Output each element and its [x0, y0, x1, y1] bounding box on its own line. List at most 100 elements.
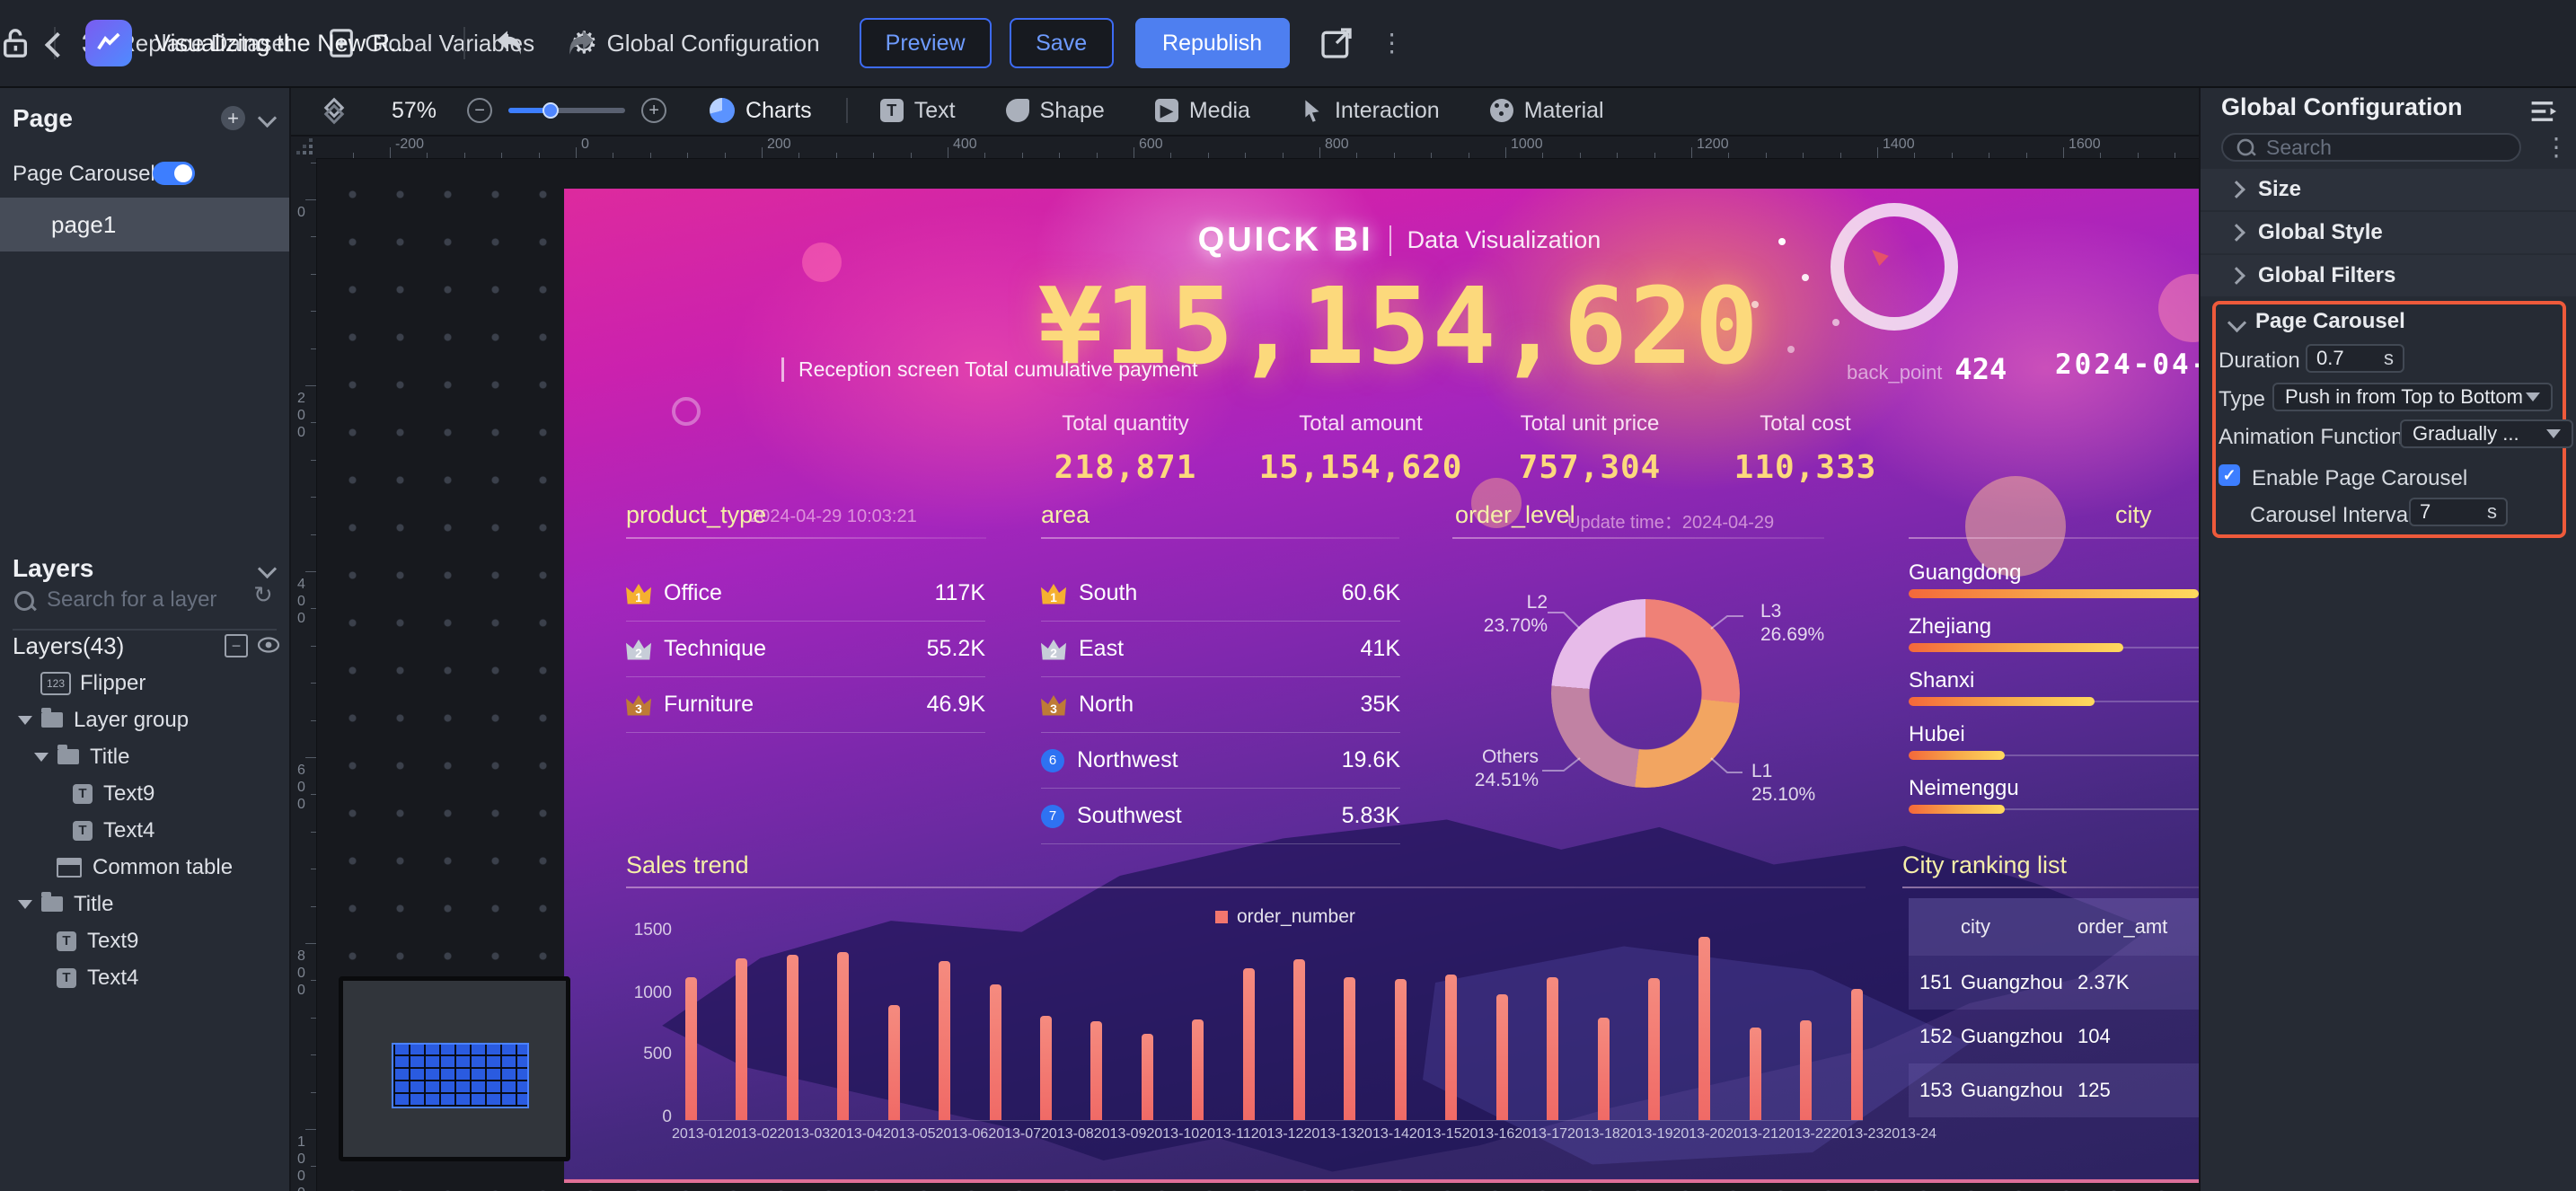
list-item: 7Southwest5.83K — [1041, 789, 1400, 844]
expander-icon[interactable] — [18, 716, 32, 725]
slider-knob[interactable] — [543, 102, 559, 119]
type-label: Type — [2219, 387, 2265, 412]
dashboard-page[interactable]: QUICK BI Data Visualization ¥15,154,620 … — [564, 189, 2199, 1183]
page-carousel-section-title[interactable]: Page Carousel — [2255, 309, 2405, 334]
layer-search-input[interactable] — [14, 591, 34, 615]
animation-function-select[interactable]: Gradually ... — [2400, 419, 2573, 448]
republish-button[interactable]: Republish — [1135, 18, 1290, 68]
page-list-item[interactable]: page1 — [0, 198, 289, 251]
collapse-all-icon[interactable]: − — [225, 634, 248, 657]
carousel-interval-input[interactable]: 7 s — [2409, 498, 2508, 526]
crown-rank-icon: 3 — [626, 694, 651, 716]
donut-label-others: Others24.51% — [1440, 745, 1539, 792]
add-page-button[interactable]: + — [221, 106, 245, 130]
tab-shape[interactable]: Shape — [1040, 98, 1105, 124]
cell-order-amt: 2.37K — [2078, 971, 2130, 994]
interaction-tab-icon — [1301, 98, 1324, 123]
shape-tab-icon — [1006, 99, 1029, 122]
type-select[interactable]: Push in from Top to Bottom — [2272, 383, 2553, 411]
zoom-slider[interactable] — [508, 108, 625, 113]
duration-input[interactable]: 0.7 s — [2306, 344, 2404, 373]
topbar: Visualizing the New R... Replace Dataset… — [0, 0, 2576, 88]
layer-tree-item[interactable]: Title — [0, 886, 307, 922]
ruler-label: 0 — [581, 137, 589, 153]
open-external-icon[interactable] — [1319, 25, 1354, 61]
save-button[interactable]: Save — [1010, 18, 1114, 68]
tab-interaction[interactable]: Interaction — [1335, 98, 1440, 124]
app-root: Visualizing the New R... Replace Dataset… — [0, 0, 2576, 1191]
sales-bar — [736, 958, 747, 1120]
editor-canvas[interactable]: QUICK BI Data Visualization ¥15,154,620 … — [316, 158, 2199, 1191]
section-underline — [626, 537, 986, 539]
config-more-icon[interactable]: ⋮ — [2544, 135, 2569, 160]
layer-tree-item[interactable]: TText4 — [0, 959, 346, 996]
tab-material[interactable]: Material — [1524, 98, 1604, 124]
sales-trend-title: Sales trend — [626, 851, 749, 879]
ruler-label: 1000 — [1511, 137, 1543, 153]
refresh-icon[interactable]: ↻ — [253, 582, 273, 609]
zoom-out-button[interactable]: − — [467, 98, 492, 123]
layers-collapse-icon[interactable] — [258, 560, 277, 578]
list-item-label: North — [1079, 692, 1134, 718]
visibility-eye-icon[interactable] — [257, 634, 280, 656]
layer-tree-item[interactable]: TText9 — [0, 922, 346, 959]
list-item-value: 35K — [1361, 692, 1400, 718]
layer-tree-item[interactable]: Common table — [0, 849, 346, 886]
lock-icon[interactable] — [0, 26, 31, 60]
animation-function-value: Gradually ... — [2413, 422, 2519, 446]
preview-button[interactable]: Preview — [860, 18, 992, 68]
collapse-panel-icon[interactable] — [2529, 99, 2560, 124]
section-global-filters[interactable]: Global Filters — [2201, 255, 2576, 296]
widget-product-type-list[interactable]: 1Office117K2Technique55.2K3Furniture46.9… — [626, 566, 985, 733]
expander-icon[interactable] — [18, 900, 32, 909]
expander-icon[interactable] — [34, 753, 49, 762]
table-row: 152Guangzhou104 — [1909, 1010, 2199, 1063]
zoom-in-button[interactable]: + — [641, 98, 666, 123]
canvas-minimap[interactable] — [339, 976, 570, 1161]
back-point-label: back_point — [1847, 361, 1942, 384]
order-level-update-time: Update time：2024-04-29 — [1567, 507, 1774, 534]
layer-tree-item[interactable]: Title — [0, 738, 323, 775]
sales-bar — [1192, 1019, 1204, 1120]
more-menu-icon[interactable]: ⋮ — [1380, 31, 1405, 56]
cell-rank: 153 — [1919, 1079, 1961, 1102]
x-tick-label: 2013-16 — [1462, 1126, 1515, 1142]
redo-icon[interactable] — [564, 25, 598, 59]
page-carousel-toggle[interactable] — [153, 162, 195, 185]
layer-tree-item[interactable]: Layer group — [0, 701, 307, 738]
layer-label: Flipper — [80, 671, 146, 696]
table-row: 151Guangzhou2.37K — [1909, 956, 2199, 1010]
minimap-viewport[interactable] — [392, 1043, 529, 1108]
tab-charts[interactable]: Charts — [745, 98, 812, 124]
section-global-style[interactable]: Global Style — [2201, 212, 2576, 253]
section-size[interactable]: Size — [2201, 169, 2576, 210]
layer-tree-item[interactable]: TText9 — [0, 775, 362, 812]
tab-media[interactable]: Media — [1189, 98, 1250, 124]
config-search-input[interactable]: Search — [2221, 133, 2521, 162]
type-value: Push in from Top to Bottom — [2285, 385, 2523, 409]
list-item-label: South — [1079, 580, 1137, 606]
global-configuration-button[interactable]: ⚙ Global Configuration — [570, 28, 820, 58]
layer-tree-item[interactable]: TText4 — [0, 812, 362, 849]
duration-unit: s — [2384, 347, 2394, 370]
chevron-right-icon — [2228, 181, 2245, 198]
page-collapse-icon[interactable] — [258, 109, 277, 128]
sales-bar — [1800, 1020, 1812, 1120]
ruler-label: 400 — [293, 577, 309, 628]
widget-area-list[interactable]: 1South60.6K2East41K3North35K6Northwest19… — [1041, 566, 1400, 844]
list-item-label: Office — [664, 580, 722, 606]
canvas-toolbar: 57% − + Charts T Text Shape ▶ Media Inte… — [289, 86, 2199, 137]
list-item-label: Furniture — [664, 692, 754, 718]
undo-icon[interactable] — [492, 25, 526, 59]
list-item-value: 46.9K — [927, 692, 985, 718]
cell-rank: 152 — [1919, 1025, 1961, 1048]
legend-swatch — [1215, 911, 1228, 923]
x-tick-label: 2013-12 — [1251, 1126, 1304, 1142]
layer-label: Title — [74, 892, 113, 917]
widget-city-bars[interactable]: GuangdongZhejiangShanxiHubeiNeimenggu — [1909, 557, 2199, 826]
layer-stack-icon[interactable] — [325, 101, 345, 120]
layer-tree-item[interactable]: 123Flipper — [0, 665, 330, 701]
enable-page-carousel-checkbox[interactable]: ✓ — [2219, 464, 2240, 486]
col-header-city: city — [1961, 915, 2076, 939]
tab-text[interactable]: Text — [914, 98, 956, 124]
